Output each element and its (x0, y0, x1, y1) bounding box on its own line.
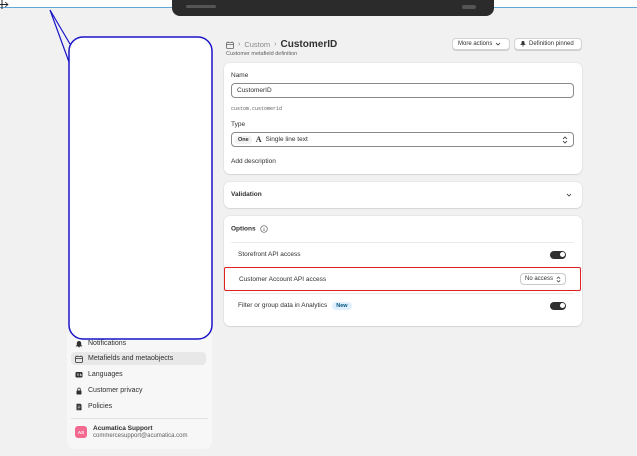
customer-account-api-row: Customer Account API access No access (224, 267, 581, 291)
lock-icon (75, 387, 83, 395)
settings-sidebar: Notifications Metafields and metaobjects… (67, 334, 212, 449)
breadcrumb-separator: › (238, 41, 241, 48)
access-select-value: No access (524, 276, 553, 282)
validation-title: Validation (231, 191, 262, 198)
crosshair-cursor-icon (0, 0, 9, 9)
languages-icon (75, 371, 83, 379)
customer-account-api-label: Customer Account API access (239, 275, 327, 283)
sidebar-item-metafields[interactable]: Metafields and metaobjects (71, 352, 206, 365)
type-value: Single line text (265, 136, 308, 143)
new-badge: New (332, 301, 352, 310)
policies-icon (75, 403, 83, 411)
definition-card: Name CustomerID custom.customerid Type O… (224, 63, 582, 174)
definition-pinned-button[interactable]: Definition pinned (514, 38, 582, 50)
page-title: CustomerID (280, 39, 338, 50)
options-card: Options Storefront API access Customer A… (224, 216, 582, 326)
info-icon[interactable] (260, 225, 269, 233)
options-title: Options (231, 225, 269, 233)
sidebar-item-label: Languages (88, 371, 123, 378)
breadcrumb-separator: › (274, 41, 277, 48)
sidebar-item-label: Policies (88, 403, 113, 410)
storefront-api-toggle[interactable] (550, 250, 566, 259)
more-actions-label: More actions (458, 41, 493, 47)
metafields-icon (75, 355, 83, 363)
chevron-down-icon (496, 42, 501, 46)
account-switcher[interactable]: AS Acumatica Support commercesupport@acu… (75, 425, 187, 439)
storefront-api-label: Storefront API access (238, 251, 301, 258)
sidebar-item-label: Notifications (88, 340, 127, 347)
annotation-callout (49, 9, 213, 340)
sidebar-item-customer-privacy[interactable]: Customer privacy (71, 384, 206, 397)
breadcrumb: › Custom › CustomerID (226, 39, 337, 50)
name-label: Name (231, 72, 249, 79)
breadcrumb-custom-link[interactable]: Custom (244, 40, 270, 49)
sidebar-item-label: Metafields and metaobjects (88, 355, 174, 362)
definition-pinned-label: Definition pinned (529, 41, 574, 47)
type-select[interactable]: One A Single line text (231, 132, 574, 147)
sidebar-item-languages[interactable]: Languages (71, 368, 206, 381)
select-arrows-icon (556, 276, 561, 282)
storefront-api-row: Storefront API access (231, 242, 574, 266)
search-shortcut-mark (462, 5, 476, 9)
analytics-toggle[interactable] (550, 301, 566, 310)
account-text: Acumatica Support commercesupport@acumat… (93, 425, 187, 439)
sidebar-item-label: Customer privacy (88, 387, 143, 394)
pin-icon (520, 41, 526, 47)
sidebar-item-notifications[interactable]: Notifications (71, 337, 206, 350)
text-type-icon: A (255, 135, 262, 144)
validation-card[interactable]: Validation (224, 182, 582, 208)
customer-account-access-select[interactable]: No access (519, 273, 566, 285)
namespace-key: custom.customerid (231, 106, 283, 112)
analytics-label: Filter or group data in Analytics (238, 302, 328, 309)
bell-icon (75, 340, 83, 348)
options-title-text: Options (231, 225, 256, 233)
select-arrows-icon (562, 136, 568, 144)
type-list-badge: One (235, 135, 252, 144)
analytics-row: Filter or group data in Analytics New (231, 293, 574, 317)
page-subtitle: Customer metafield definition (226, 51, 298, 57)
name-field-value: CustomerID (237, 87, 272, 94)
avatar: AS (75, 426, 87, 438)
metafields-icon (226, 41, 234, 49)
type-label: Type (231, 121, 246, 128)
account-name: Acumatica Support (93, 425, 153, 432)
search-bar[interactable] (172, 0, 494, 16)
search-placeholder-mark (186, 5, 216, 8)
name-field[interactable]: CustomerID (231, 83, 574, 98)
sidebar-divider (71, 418, 208, 419)
chevron-down-icon (566, 193, 572, 197)
account-email: commercesupport@acumatica.com (93, 433, 188, 439)
more-actions-button[interactable]: More actions (452, 38, 510, 50)
sidebar-item-policies[interactable]: Policies (71, 400, 206, 413)
add-description-link[interactable]: Add description (231, 158, 276, 165)
